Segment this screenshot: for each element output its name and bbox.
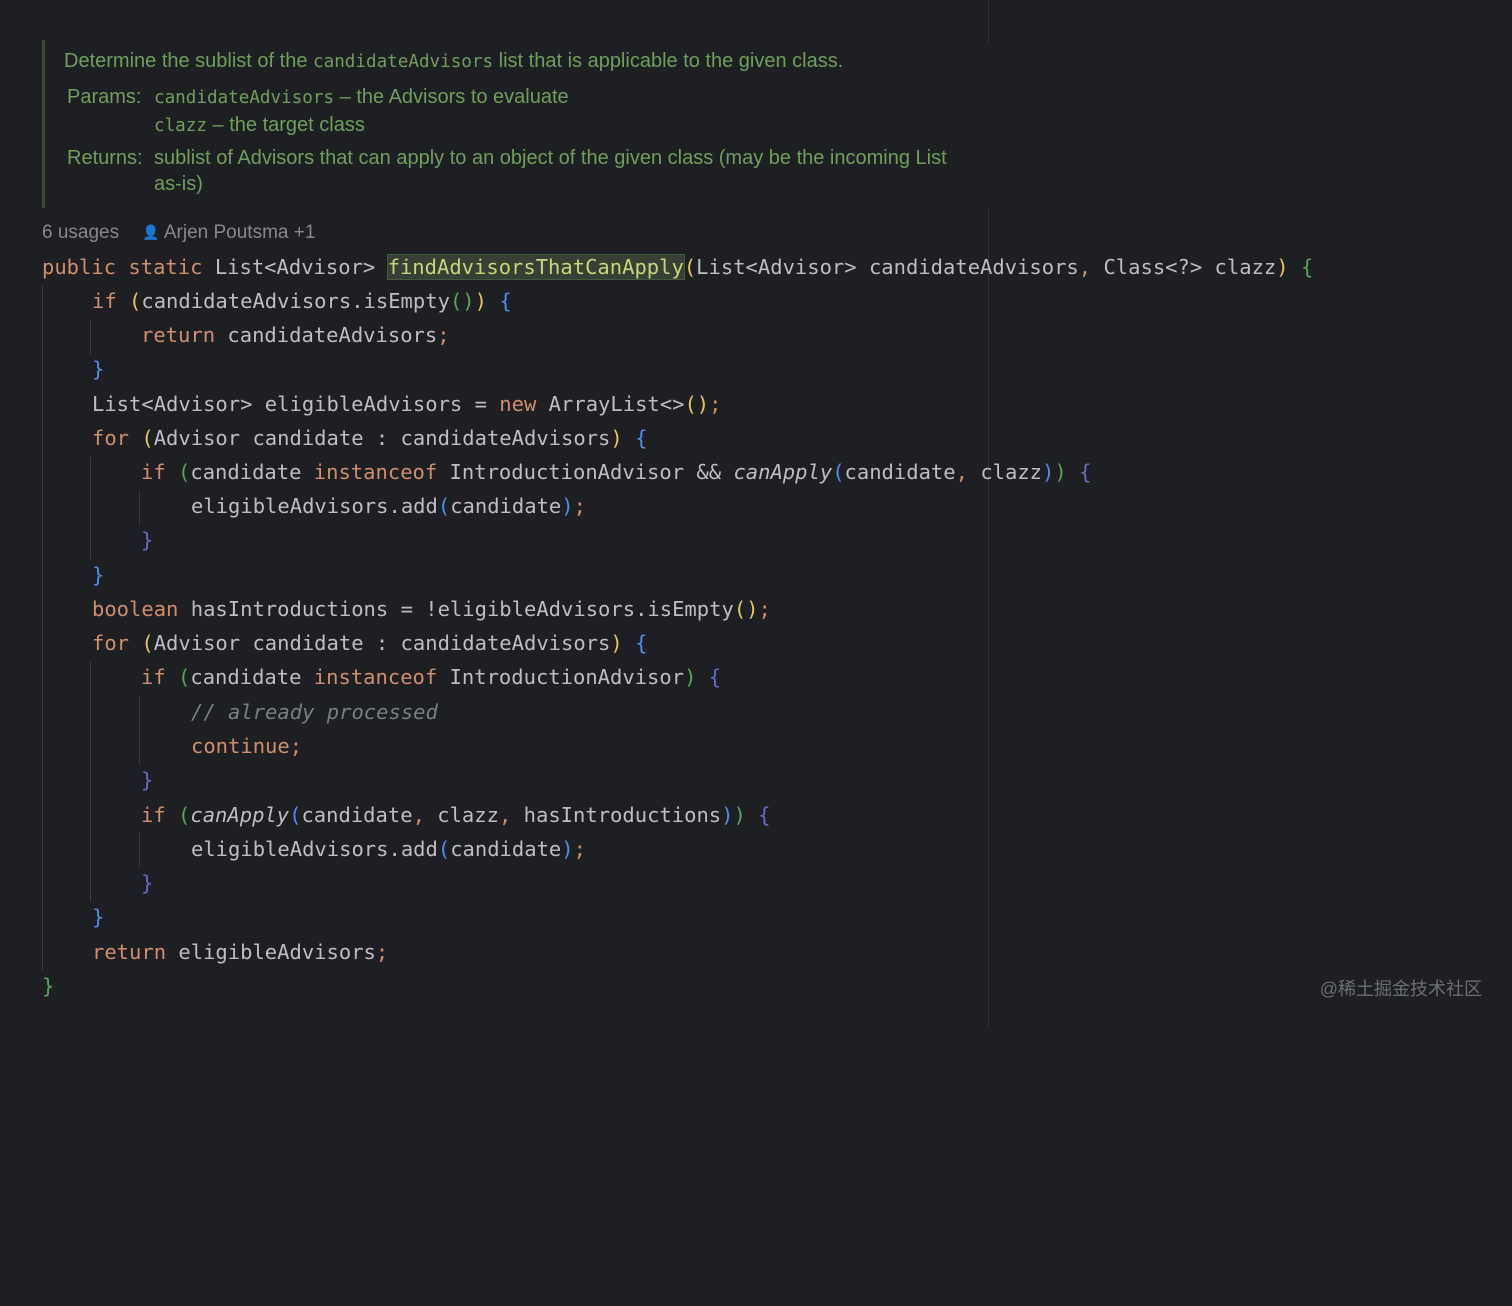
code-line-2: if (candidateAdvisors.isEmpty()) { bbox=[92, 289, 512, 313]
code-line-22: } bbox=[42, 974, 55, 998]
code-line-13: if (candidate instanceof IntroductionAdv… bbox=[141, 665, 722, 689]
code-line-14: // already processed bbox=[191, 700, 438, 724]
code-line-6: for (Advisor candidate : candidateAdviso… bbox=[92, 426, 648, 450]
javadoc-params-label: Params: bbox=[67, 86, 142, 108]
indent-guide bbox=[139, 833, 140, 867]
watermark: @稀土掘金技术社区 bbox=[1319, 979, 1482, 999]
javadoc-summary: Determine the sublist of the candidateAd… bbox=[64, 50, 844, 72]
code-line-4: } bbox=[92, 357, 105, 381]
code-line-5: List<Advisor> eligibleAdvisors = new Arr… bbox=[92, 392, 722, 416]
code-line-16: } bbox=[141, 768, 154, 792]
code-line-19: } bbox=[141, 871, 154, 895]
method-name-highlight[interactable]: findAdvisorsThatCanApply bbox=[386, 254, 685, 280]
code-line-20: } bbox=[92, 905, 105, 929]
code-editor[interactable]: public static List<Advisor> findAdvisors… bbox=[42, 250, 1313, 1306]
code-line-15: continue; bbox=[191, 734, 303, 758]
code-line-9: } bbox=[141, 528, 154, 552]
code-vision-hints: 6 usages 👤 Arjen Poutsma +1 bbox=[42, 222, 315, 246]
person-icon: 👤 bbox=[142, 224, 160, 240]
javadoc-param-2: clazz – the target class bbox=[154, 114, 365, 136]
code-line-7: if (candidate instanceof IntroductionAdv… bbox=[141, 460, 1092, 484]
indent-guide bbox=[90, 320, 91, 354]
code-line-11: boolean hasIntroductions = !eligibleAdvi… bbox=[92, 597, 771, 621]
indent-guide bbox=[90, 457, 91, 559]
indent-guide bbox=[90, 662, 91, 902]
javadoc-block[interactable]: Determine the sublist of the candidateAd… bbox=[42, 40, 1055, 208]
javadoc-returns-line1: sublist of Advisors that can apply to an… bbox=[154, 147, 947, 169]
indent-guide bbox=[139, 696, 140, 764]
javadoc-param-1: candidateAdvisors – the Advisors to eval… bbox=[154, 86, 569, 108]
code-line-18: eligibleAdvisors.add(candidate); bbox=[191, 837, 586, 861]
code-line-21: return eligibleAdvisors; bbox=[92, 940, 389, 964]
code-line-8: eligibleAdvisors.add(candidate); bbox=[191, 494, 586, 518]
indent-guide bbox=[139, 491, 140, 525]
code-line-10: } bbox=[92, 563, 105, 587]
author-name: Arjen Poutsma +1 bbox=[163, 222, 316, 243]
javadoc-returns-line2: as-is) bbox=[154, 173, 203, 195]
code-line-3: return candidateAdvisors; bbox=[141, 323, 450, 347]
javadoc-returns-label: Returns: bbox=[67, 147, 143, 169]
usages-link[interactable]: 6 usages bbox=[42, 222, 119, 243]
author-hint[interactable]: 👤 Arjen Poutsma +1 bbox=[142, 222, 315, 243]
code-line-17: if (canApply(candidate, clazz, hasIntrod… bbox=[141, 803, 771, 827]
code-line-1: public static List<Advisor> findAdvisors… bbox=[42, 254, 1314, 280]
code-line-12: for (Advisor candidate : candidateAdviso… bbox=[92, 631, 648, 655]
